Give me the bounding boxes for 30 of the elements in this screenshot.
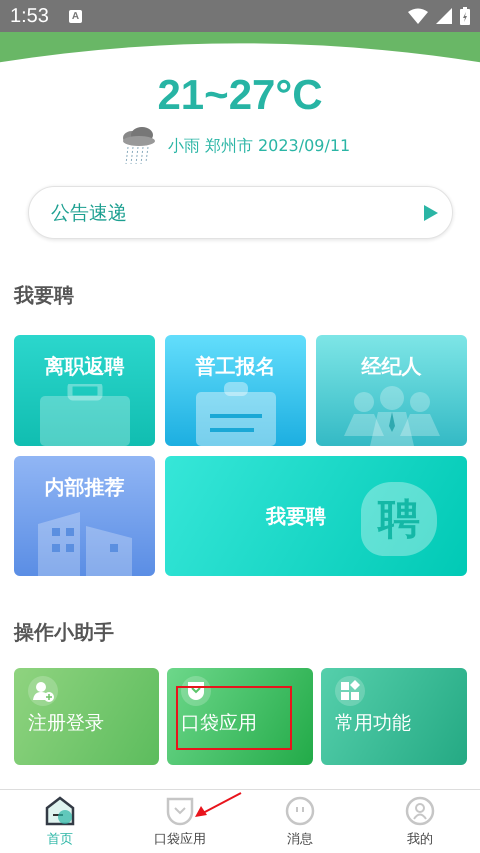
pocket-icon (181, 676, 211, 706)
message-icon (285, 796, 315, 826)
clipboard-icon (196, 382, 276, 446)
wifi-icon (408, 8, 428, 24)
assistant-card[interactable]: 常用功能 (321, 668, 467, 765)
signal-icon (436, 8, 452, 24)
recruit-card[interactable]: 我要聘 聘 (165, 456, 467, 576)
announcement-bar[interactable]: 公告速递 (28, 186, 453, 239)
recruit-card[interactable]: 内部推荐 (14, 456, 155, 576)
apps-icon (335, 676, 365, 706)
section-title: 操作小助手 (14, 619, 115, 646)
weather-info: 小雨 郑州市 2023/09/11 (168, 136, 350, 156)
clock-time: 1:53 (10, 4, 49, 28)
assistant-card[interactable]: 注册登录 (14, 668, 159, 765)
section-title: 我要聘 (14, 282, 75, 309)
profile-icon (405, 796, 435, 826)
recruit-card[interactable]: 普工报名 (165, 335, 306, 446)
home-icon (45, 796, 75, 826)
recruit-card[interactable]: 经纪人 (316, 335, 467, 446)
assistant-card[interactable]: 口袋应用 (167, 668, 313, 765)
pocket-icon (165, 796, 195, 826)
recruit-card[interactable]: 离职返聘 (14, 335, 155, 446)
briefcase-icon (40, 384, 130, 446)
add-user-icon (28, 676, 58, 706)
hire-badge: 聘 (361, 482, 437, 556)
temperature: 21~27°C (156, 70, 324, 120)
play-icon (424, 204, 438, 220)
battery-icon (460, 7, 470, 25)
buildings-icon (38, 512, 132, 576)
notification-icon: A (68, 10, 82, 22)
